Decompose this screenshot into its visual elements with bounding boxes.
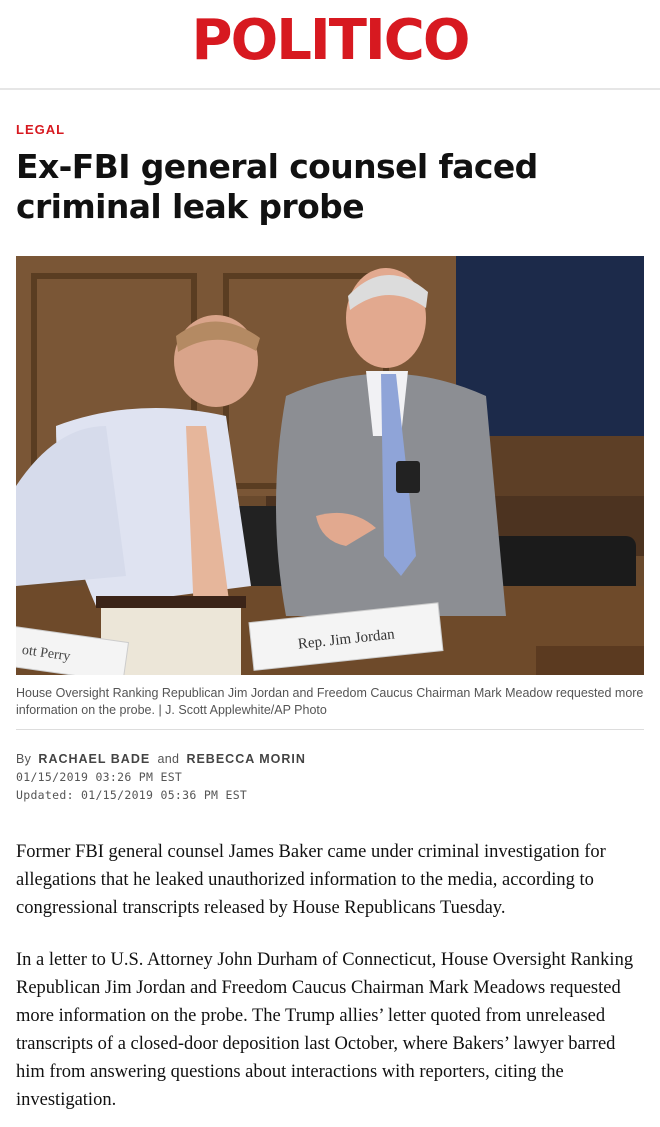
byline-authors: By RACHAEL BADE and REBECCA MORIN [16,750,644,768]
headline: Ex-FBI general counsel faced criminal le… [16,147,538,226]
politico-logo[interactable]: POLITICO [192,13,471,69]
lead-photo-image: Rep. Jim Jordan ott Perry [16,256,644,675]
published-timestamp: 01/15/2019 03:26 PM EST [16,770,183,784]
article: LEGAL Ex-FBI general counsel faced crimi… [0,122,660,1114]
byline: By RACHAEL BADE and REBECCA MORIN 01/15/… [16,750,644,804]
masthead: POLITICO [0,0,660,90]
byline-by: By [16,752,32,766]
lead-photo: Rep. Jim Jordan ott Perry [16,256,644,675]
updated-timestamp: Updated: 01/15/2019 05:36 PM EST [16,788,248,802]
photo-caption: House Oversight Ranking Republican Jim J… [16,686,644,717]
author-link-rebecca-morin[interactable]: REBECCA MORIN [186,752,305,766]
story-body: Former FBI general counsel James Baker c… [16,838,644,1114]
section-label[interactable]: LEGAL [16,122,644,137]
author-link-rachael-bade[interactable]: RACHAEL BADE [38,752,150,766]
byline-and: and [157,752,180,766]
caption-divider [16,729,644,730]
story-paragraph: Former FBI general counsel James Baker c… [16,842,606,918]
story-paragraph: In a letter to U.S. Attorney John Durham… [16,950,634,1110]
